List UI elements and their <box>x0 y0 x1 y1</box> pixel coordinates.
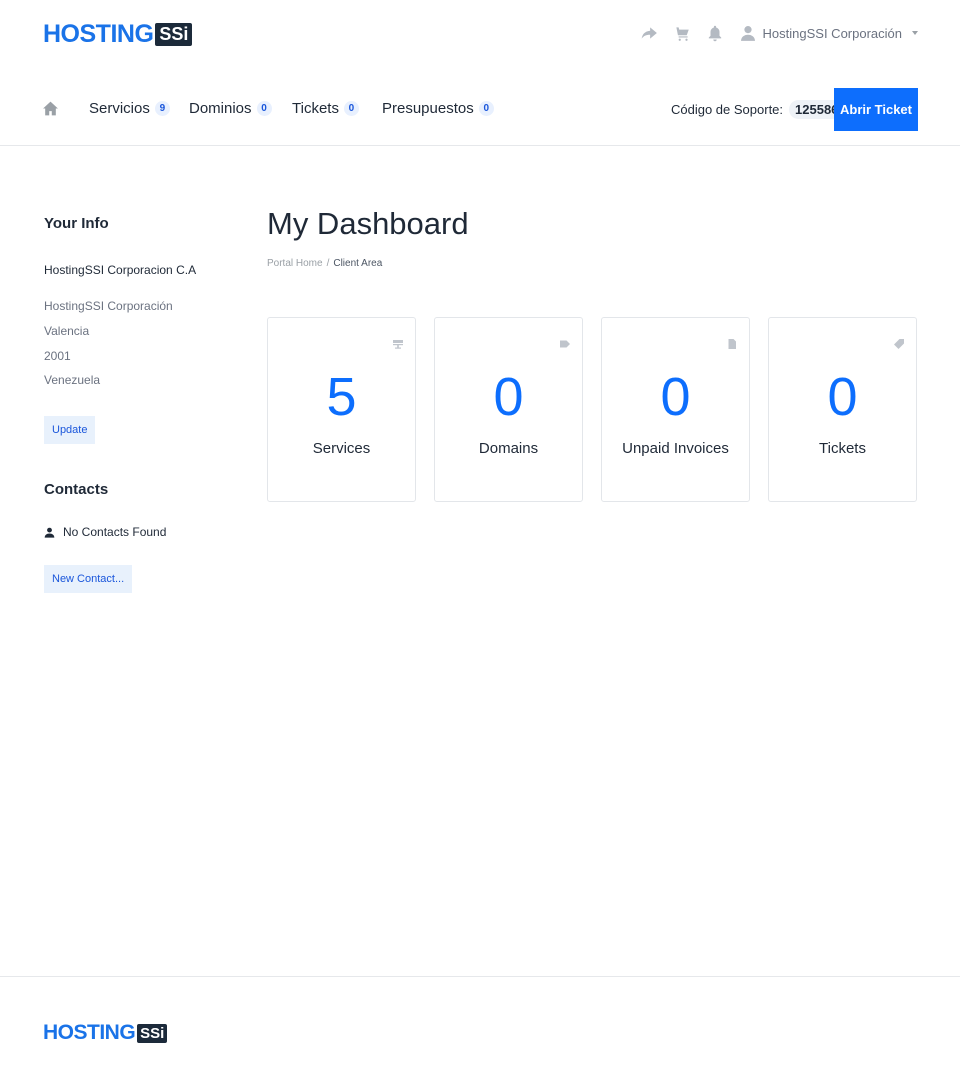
nav-item-dominios[interactable]: Dominios 0 <box>189 100 272 117</box>
no-contacts-text: No Contacts Found <box>63 525 167 539</box>
page-title: My Dashboard <box>267 206 469 241</box>
footer-logo-word: HOSTING <box>43 1021 136 1044</box>
tile-label: Unpaid Invoices <box>622 440 729 457</box>
user-name: HostingSSI Corporación <box>762 25 902 41</box>
bell-icon[interactable] <box>706 24 724 42</box>
brand-logo-word: HOSTING <box>43 20 154 48</box>
server-icon <box>393 336 403 354</box>
your-info-heading: Your Info <box>44 215 109 232</box>
nav-item-tickets[interactable]: Tickets 0 <box>292 100 359 117</box>
nav-item-label: Dominios <box>189 100 252 117</box>
nav-count-badge: 0 <box>256 101 272 116</box>
support-code: Código de Soporte: 125586 <box>671 100 845 119</box>
nav-item-presupuestos[interactable]: Presupuestos 0 <box>382 100 494 117</box>
top-icons: HostingSSI Corporación <box>640 24 918 42</box>
nav-count-badge: 9 <box>154 101 170 116</box>
tag-icon <box>560 336 570 354</box>
nav-count-badge: 0 <box>343 101 359 116</box>
address-line: Valencia <box>44 324 90 338</box>
company-name: HostingSSI Corporacion C.A <box>44 263 197 277</box>
chevron-down-icon <box>912 31 918 35</box>
update-button[interactable]: Update <box>44 416 96 444</box>
contacts-heading: Contacts <box>44 481 109 498</box>
tile-domains[interactable]: 0 Domains <box>434 317 583 502</box>
brand-logo[interactable]: HOSTING SSi <box>43 20 193 49</box>
breadcrumb-separator: / <box>326 258 330 269</box>
tile-services[interactable]: 5 Services <box>267 317 416 502</box>
tile-count: 0 <box>660 367 691 427</box>
breadcrumb-current: Client Area <box>333 258 383 269</box>
address-line: HostingSSI Corporación <box>44 299 173 313</box>
tile-count: 0 <box>493 367 524 427</box>
nav-item-label: Tickets <box>292 100 339 117</box>
address-line: 2001 <box>44 349 71 363</box>
top-bar: HOSTING SSi HostingSSI Corporación <box>0 0 960 68</box>
tile-tickets[interactable]: 0 Tickets <box>768 317 917 502</box>
share-icon[interactable] <box>640 24 658 42</box>
footer-logo-box: SSi <box>137 1023 168 1043</box>
nav-item-label: Servicios <box>89 100 150 117</box>
tile-label: Tickets <box>819 440 866 457</box>
user-icon <box>739 24 757 42</box>
home-icon[interactable] <box>42 100 59 122</box>
breadcrumb: Portal Home / Client Area <box>267 258 382 269</box>
open-ticket-button[interactable]: Abrir Ticket <box>834 88 918 131</box>
main-nav: Servicios 9 Dominios 0 Tickets 0 Presupu… <box>0 68 960 146</box>
tile-count: 0 <box>827 367 858 427</box>
user-menu[interactable]: HostingSSI Corporación <box>739 24 918 42</box>
footer-logo[interactable]: HOSTING SSi <box>43 1021 168 1045</box>
new-contact-button[interactable]: New Contact... <box>44 565 133 593</box>
cart-icon[interactable] <box>673 24 691 42</box>
tile-count: 5 <box>326 367 357 427</box>
footer-divider <box>0 976 960 977</box>
nav-count-badge: 0 <box>478 101 494 116</box>
breadcrumb-home-link[interactable]: Portal Home <box>267 258 323 269</box>
tile-unpaid-invoices[interactable]: 0 Unpaid Invoices <box>601 317 750 502</box>
tile-label: Domains <box>478 440 539 457</box>
address-line: Venezuela <box>44 373 101 387</box>
no-contacts-message: No Contacts Found <box>44 525 166 539</box>
tile-label: Services <box>312 440 371 457</box>
document-icon <box>727 336 737 354</box>
ticket-icon <box>894 336 904 354</box>
nav-item-servicios[interactable]: Servicios 9 <box>89 100 170 117</box>
brand-logo-box: SSi <box>155 23 193 46</box>
nav-item-label: Presupuestos <box>382 100 474 117</box>
support-code-label: Código de Soporte: <box>671 102 784 117</box>
user-icon <box>44 527 55 538</box>
